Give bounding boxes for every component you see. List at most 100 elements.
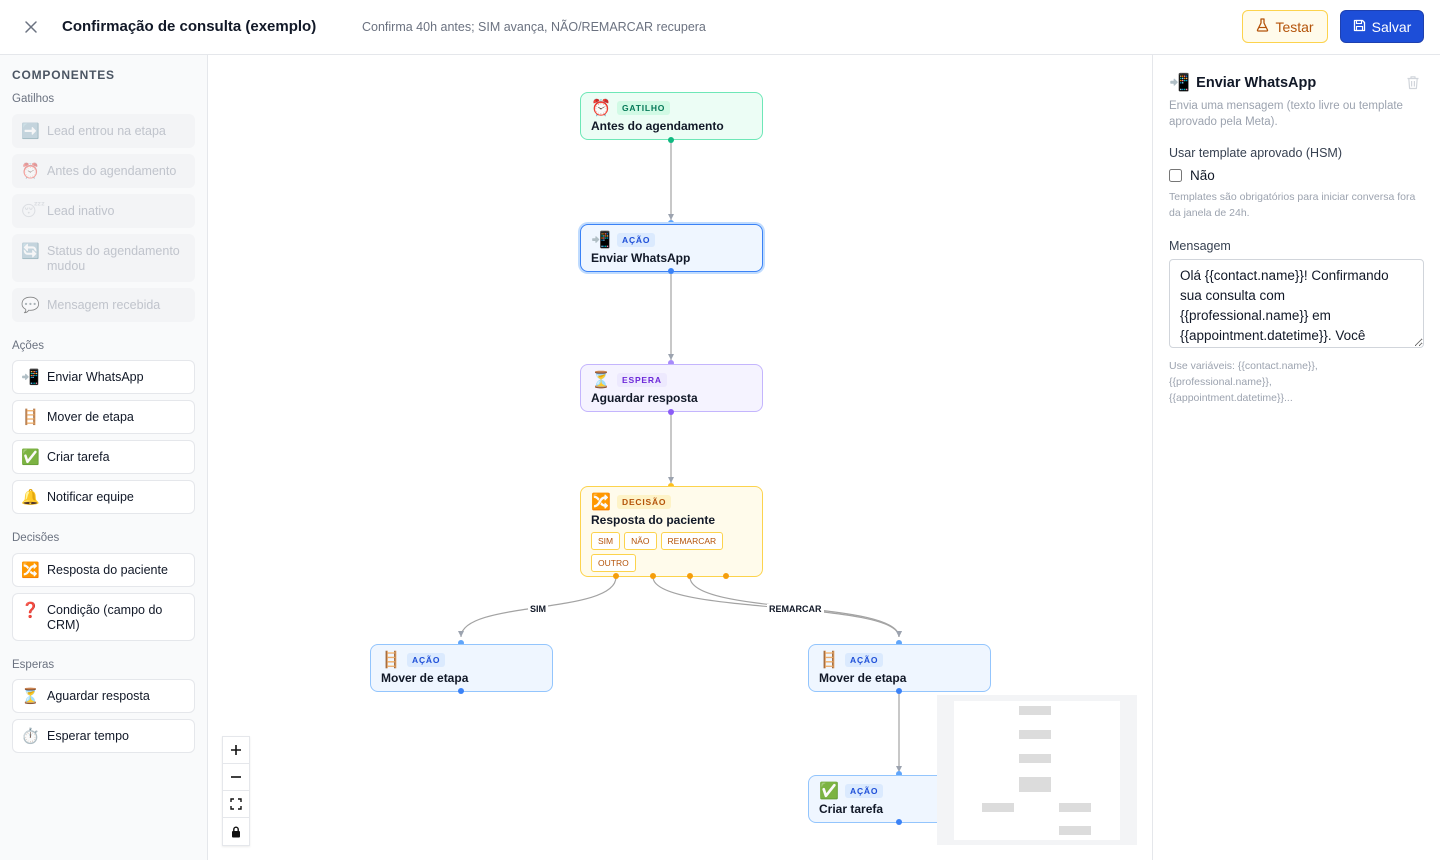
panel-description: Envia uma mensagem (texto livre ou templ… [1169,100,1403,128]
palette-item-create-task[interactable]: ✅ Criar tarefa [12,440,195,474]
node-send-whatsapp[interactable]: 📲 AÇÃO Enviar WhatsApp [580,224,763,272]
node-badge: AÇÃO [845,784,884,798]
group-waits-label: Esperas [12,659,55,671]
fit-view-icon[interactable] [223,791,249,818]
ladder-icon: 🪜 [21,409,40,426]
handle-source-remarcar[interactable] [687,573,693,579]
palette-item-wait-response[interactable]: ⏳ Aguardar resposta [12,679,195,713]
minimap-node [1019,754,1051,763]
palette-item-crm-condition[interactable]: ❓ Condição (campo do CRM) [12,593,195,641]
lock-icon[interactable] [223,818,249,845]
hourglass-icon: ⏳ [21,688,40,705]
palette-item-label: Aguardar resposta [47,689,150,703]
speech-bubble-icon: 💬 [21,297,40,314]
option-nao: NÃO [624,532,657,550]
handle-source[interactable] [458,688,464,694]
mobile-phone-arrow-icon: 📲 [591,232,611,249]
template-label: Usar template aprovado (HSM) [1169,146,1342,160]
floppy-disk-icon [1353,19,1366,35]
flow-canvas[interactable]: SIM REMARCAR ⏰ GATILHO Antes do agendame… [208,55,1152,860]
shuffle-icon: 🔀 [21,562,40,579]
option-sim: SIM [591,532,621,550]
minimap-node [1019,730,1051,739]
variables-hint: Use variáveis: {{contact.name}}, {{profe… [1169,360,1318,404]
decision-options: SIM NÃO REMARCAR OUTRO [591,532,752,572]
palette-item-label: Enviar WhatsApp [47,370,144,384]
minimap[interactable] [937,695,1137,845]
check-mark-icon: ✅ [21,449,40,466]
palette-item-move-stage[interactable]: 🪜 Mover de etapa [12,400,195,434]
save-button-label: Salvar [1371,18,1412,35]
page-title: Confirmação de consulta (exemplo) [62,18,317,35]
node-trigger-before-appointment[interactable]: ⏰ GATILHO Antes do agendamento [580,92,763,140]
palette-item-patient-response[interactable]: 🔀 Resposta do paciente [12,553,195,587]
node-badge: DECISÃO [617,495,672,509]
edge-label-sim: SIM [528,604,549,614]
palette-item-inactive-lead[interactable]: 😴 Lead inativo [12,194,195,228]
node-title: Mover de etapa [819,671,907,685]
check-mark-icon: ✅ [819,783,839,800]
node-move-stage-left[interactable]: 🪜 AÇÃO Mover de etapa [370,644,553,692]
properties-panel: 📲 Enviar WhatsApp Envia uma mensagem (te… [1152,55,1440,860]
sleeping-face-icon: 😴 [21,203,46,220]
template-checkbox-label: Não [1190,168,1215,183]
template-checkbox-row[interactable]: Não [1169,168,1215,183]
palette-item-label: Notificar equipe [47,490,134,504]
palette-item-before-appointment[interactable]: ⏰ Antes do agendamento [12,154,195,188]
node-title: Enviar WhatsApp [591,251,691,265]
palette-item-message-received[interactable]: 💬 Mensagem recebida [12,288,195,322]
minimap-node [1019,777,1051,792]
handle-source[interactable] [668,137,674,143]
node-badge: AÇÃO [845,653,884,667]
flask-icon [1256,18,1269,35]
refresh-icon: 🔄 [21,243,40,260]
node-move-stage-right[interactable]: 🪜 AÇÃO Mover de etapa [808,644,991,692]
node-badge: GATILHO [617,101,671,115]
stopwatch-icon: ⏱️ [21,728,40,745]
alarm-clock-icon: ⏰ [591,100,611,117]
ladder-icon: 🪜 [381,652,401,669]
group-triggers-label: Gatilhos [12,93,55,105]
handle-source-outro[interactable] [723,573,729,579]
palette-item-label: Condição (campo do CRM) [47,603,163,632]
palette-item-wait-time[interactable]: ⏱️ Esperar tempo [12,719,195,753]
node-badge: AÇÃO [407,653,446,667]
node-wait-response[interactable]: ⏳ ESPERA Aguardar resposta [580,364,763,412]
node-decision-patient-response[interactable]: 🔀 DECISÃO Resposta do paciente SIM NÃO R… [580,486,763,577]
handle-source-sim[interactable] [613,573,619,579]
test-button[interactable]: Testar [1242,10,1328,43]
palette-item-label: Criar tarefa [47,450,110,464]
handle-source[interactable] [668,268,674,274]
close-icon[interactable] [20,16,42,38]
palette-item-label: Status do agendamento mudou [47,244,180,273]
palette-item-appointment-status-changed[interactable]: 🔄 Status do agendamento mudou [12,234,195,282]
panel-title: 📲 Enviar WhatsApp [1169,73,1316,93]
group-decisions-label: Decisões [12,532,60,544]
edge-label-remarcar: REMARCAR [767,604,824,614]
trash-icon[interactable] [1406,75,1422,91]
handle-source[interactable] [896,819,902,825]
palette-heading: COMPONENTES [12,68,115,82]
handle-source-nao[interactable] [650,573,656,579]
palette-item-label: Lead inativo [47,204,115,218]
message-textarea[interactable]: Olá {{contact.name}}! Confirmando sua co… [1169,259,1424,348]
flow-description: Confirma 40h antes; SIM avança, NÃO/REMA… [362,20,706,34]
node-title: Antes do agendamento [591,119,724,133]
minimap-node [1059,826,1091,835]
template-checkbox[interactable] [1169,169,1182,182]
handle-source[interactable] [896,688,902,694]
palette-item-label: Esperar tempo [47,729,129,743]
zoom-in-icon[interactable] [223,737,249,764]
palette-item-send-whatsapp[interactable]: 📲 Enviar WhatsApp [12,360,195,394]
node-title: Resposta do paciente [591,513,716,527]
group-actions-label: Ações [12,340,44,352]
node-title: Mover de etapa [381,671,469,685]
minimap-node [1019,706,1051,715]
zoom-out-icon[interactable] [223,764,249,791]
palette-item-label: Antes do agendamento [47,164,177,178]
bell-icon: 🔔 [21,489,40,506]
palette-item-notify-team[interactable]: 🔔 Notificar equipe [12,480,195,514]
palette-item-lead-entered-stage[interactable]: ➡️ Lead entrou na etapa [12,114,195,148]
handle-source[interactable] [668,409,674,415]
save-button[interactable]: Salvar [1340,10,1424,43]
